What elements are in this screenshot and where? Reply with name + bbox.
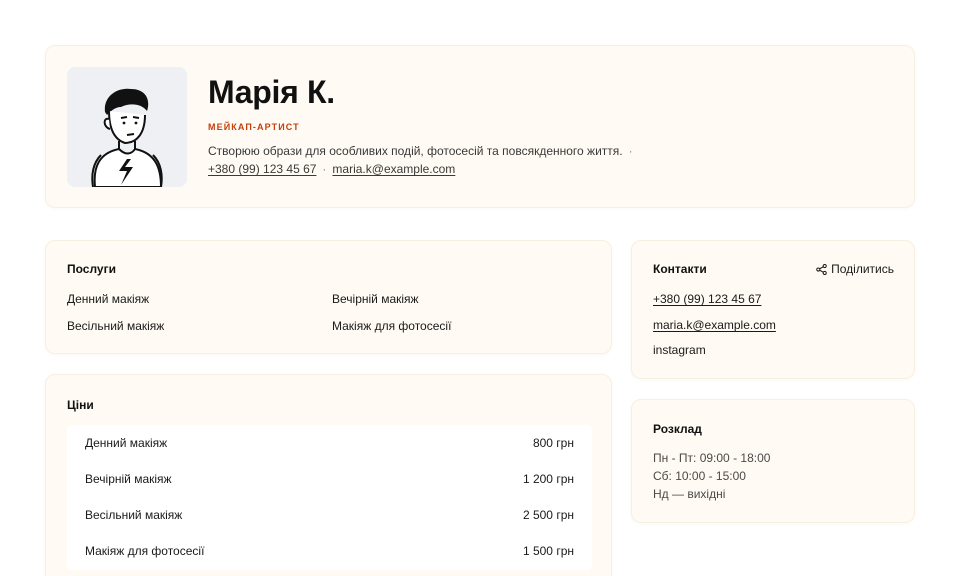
profile-bio: Створюю образи для особливих подій, фото…	[208, 144, 633, 158]
prices-title: Ціни	[67, 398, 94, 412]
services-title: Послуги	[67, 262, 116, 276]
schedule-line: Пн - Пт: 09:00 - 18:00	[653, 451, 771, 465]
share-button[interactable]: Поділитись	[816, 262, 894, 276]
contacts-card: Контакти Поділитись +380 (99) 123 45 67 …	[631, 240, 915, 379]
hero-email-link[interactable]: maria.k@example.com	[332, 162, 455, 176]
price-row: Вечірній макіяж 1 200 грн	[67, 461, 592, 497]
profile-name: Марія К.	[208, 74, 335, 110]
price-row: Макіяж для фотосесії 1 500 грн	[67, 533, 592, 569]
contact-phone: +380 (99) 123 45 67	[653, 292, 761, 306]
contact-separator: ·	[322, 162, 327, 176]
avatar	[67, 67, 187, 187]
price-service-name: Вечірній макіяж	[85, 472, 172, 486]
person-illustration-icon	[91, 88, 163, 187]
schedule-line: Нд — вихідні	[653, 487, 726, 501]
services-card: Послуги Денний макіяж Вечірній макіяж Ве…	[45, 240, 612, 354]
service-item: Вечірній макіяж	[332, 292, 419, 306]
schedule-title: Розклад	[653, 422, 702, 436]
schedule-card: Розклад Пн - Пт: 09:00 - 18:00 Сб: 10:00…	[631, 399, 915, 523]
price-service-name: Макіяж для фотосесії	[85, 544, 205, 558]
prices-card: Ціни Денний макіяж 800 грн Вечірній макі…	[45, 374, 612, 576]
contacts-title: Контакти	[653, 262, 707, 276]
profile-hero-card: Марія К. МЕЙКАП-АРТИСТ Створюю образи дл…	[45, 45, 915, 208]
price-value: 1 200 грн	[522, 472, 574, 486]
price-row: Денний макіяж 800 грн	[67, 425, 592, 461]
share-icon	[816, 263, 827, 275]
price-value: 2 500 грн	[522, 508, 574, 522]
schedule-line: Сб: 10:00 - 15:00	[653, 469, 746, 483]
price-value: 800 грн	[532, 436, 574, 450]
contact-instagram[interactable]: instagram	[653, 343, 706, 357]
share-label: Поділитись	[831, 262, 894, 276]
hero-phone-link[interactable]: +380 (99) 123 45 67	[208, 162, 316, 176]
profile-bio-text: Створюю образи для особливих подій, фото…	[208, 144, 623, 158]
price-row: Весільний макіяж 2 500 грн	[67, 497, 592, 533]
price-value: 1 500 грн	[522, 544, 574, 558]
contact-phone-link[interactable]: +380 (99) 123 45 67	[653, 292, 761, 306]
price-list: Денний макіяж 800 грн Вечірній макіяж 1 …	[67, 425, 592, 570]
price-service-name: Весільний макіяж	[85, 508, 183, 522]
profile-role: МЕЙКАП-АРТИСТ	[208, 122, 300, 132]
contact-email: maria.k@example.com	[653, 318, 776, 332]
hero-contact-links: +380 (99) 123 45 67 · maria.k@example.com	[208, 162, 455, 176]
profile-page: Марія К. МЕЙКАП-АРТИСТ Створюю образи дл…	[0, 0, 960, 576]
service-item: Макіяж для фотосесії	[332, 319, 452, 333]
service-item: Весільний макіяж	[67, 319, 165, 333]
service-item: Денний макіяж	[67, 292, 150, 306]
contact-email-link[interactable]: maria.k@example.com	[653, 318, 776, 332]
bio-separator: ·	[628, 144, 633, 158]
price-service-name: Денний макіяж	[85, 436, 168, 450]
